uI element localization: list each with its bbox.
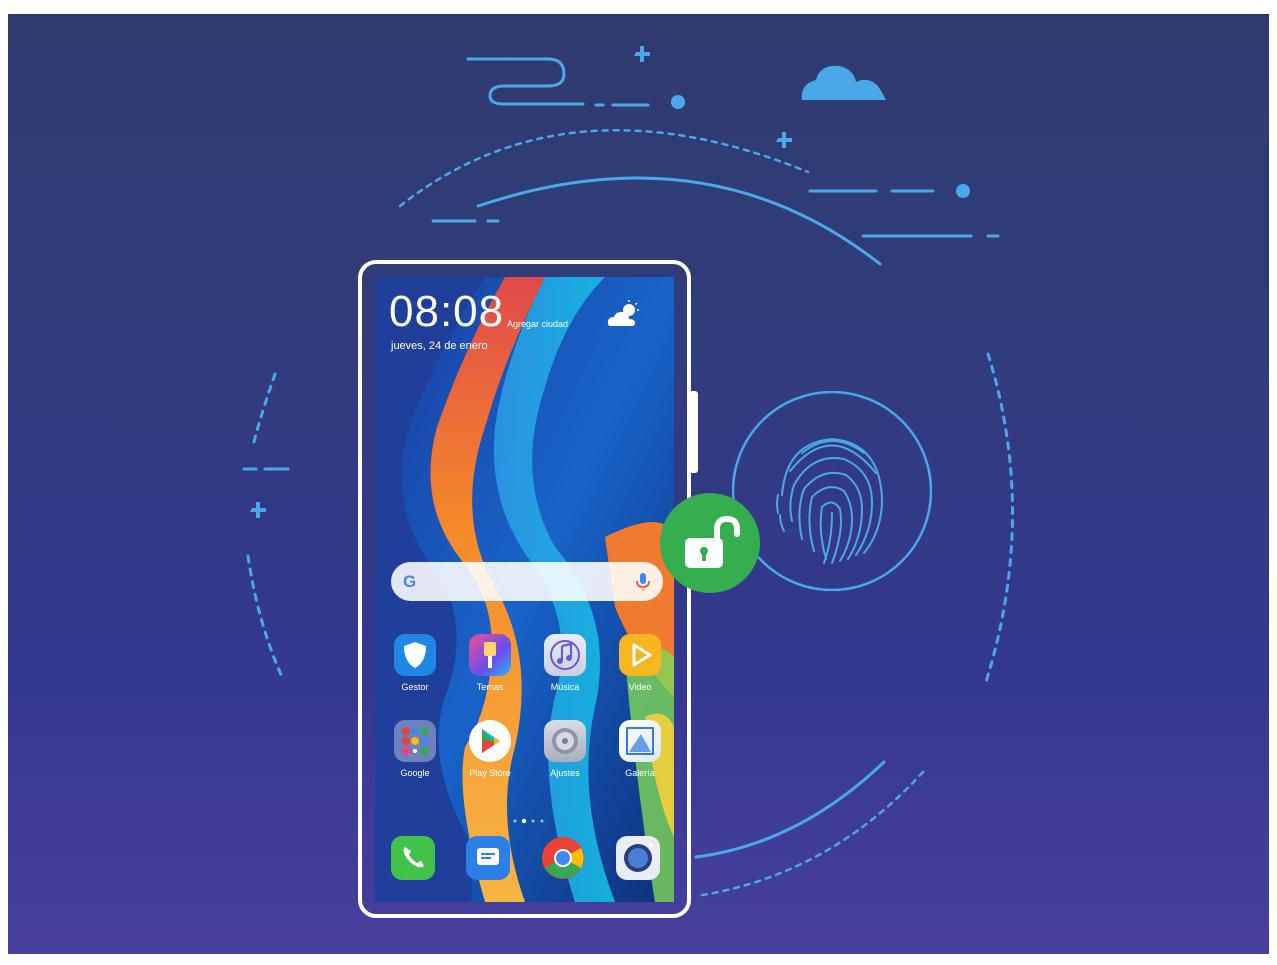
phone-frame: 08:08 Agregar ciudad jueves, 24 de enero… xyxy=(358,260,691,918)
messages-icon xyxy=(466,836,510,880)
dock-messages[interactable] xyxy=(458,836,518,880)
app-google-folder[interactable]: Google xyxy=(385,720,445,778)
chrome-icon xyxy=(541,836,585,880)
camera-icon xyxy=(616,836,660,880)
music-note-icon xyxy=(544,634,586,676)
app-video[interactable]: Video xyxy=(610,634,670,692)
phone-call-icon xyxy=(391,836,435,880)
app-musica[interactable]: Música xyxy=(535,634,595,692)
gallery-icon xyxy=(619,720,661,762)
dock-phone[interactable] xyxy=(383,836,443,880)
illustration-scene: 08:08 Agregar ciudad jueves, 24 de enero… xyxy=(8,14,1269,954)
play-store-icon xyxy=(469,720,511,762)
app-label: Video xyxy=(628,682,652,692)
brush-icon xyxy=(469,634,511,676)
clock: 08:08 xyxy=(389,287,505,336)
date-label: jueves, 24 de enero xyxy=(391,340,488,352)
google-logo: G xyxy=(403,572,417,591)
google-search-bar[interactable]: G xyxy=(391,562,663,601)
partly-cloudy-icon[interactable] xyxy=(607,300,641,328)
play-icon xyxy=(619,634,661,676)
dock-chrome[interactable] xyxy=(533,836,593,880)
app-gestor[interactable]: Gestor xyxy=(385,634,445,692)
app-label: Google xyxy=(400,768,430,778)
phone-side-button xyxy=(691,391,698,473)
app-label: Gestor xyxy=(401,682,429,692)
app-temas[interactable]: Temas xyxy=(460,634,520,692)
phone-screen: 08:08 Agregar ciudad jueves, 24 de enero… xyxy=(375,277,674,902)
microphone-icon[interactable] xyxy=(633,571,653,593)
app-label: Temas xyxy=(476,682,504,692)
add-city-link[interactable]: Agregar ciudad xyxy=(507,319,568,329)
app-label: Galería xyxy=(625,768,655,778)
app-ajustes[interactable]: Ajustes xyxy=(535,720,595,778)
page-indicator xyxy=(513,818,544,824)
unlocked-padlock-icon xyxy=(660,493,760,593)
app-label: Play Store xyxy=(469,768,511,778)
settings-gear-icon xyxy=(544,720,586,762)
fingerprint-icon xyxy=(732,391,932,591)
app-label: Ajustes xyxy=(550,768,580,778)
app-galeria[interactable]: Galería xyxy=(610,720,670,778)
shield-icon xyxy=(394,634,436,676)
app-label: Música xyxy=(550,682,580,692)
dock-camera[interactable] xyxy=(608,836,668,880)
app-play-store[interactable]: Play Store xyxy=(460,720,520,778)
google-folder-icon xyxy=(394,720,436,762)
